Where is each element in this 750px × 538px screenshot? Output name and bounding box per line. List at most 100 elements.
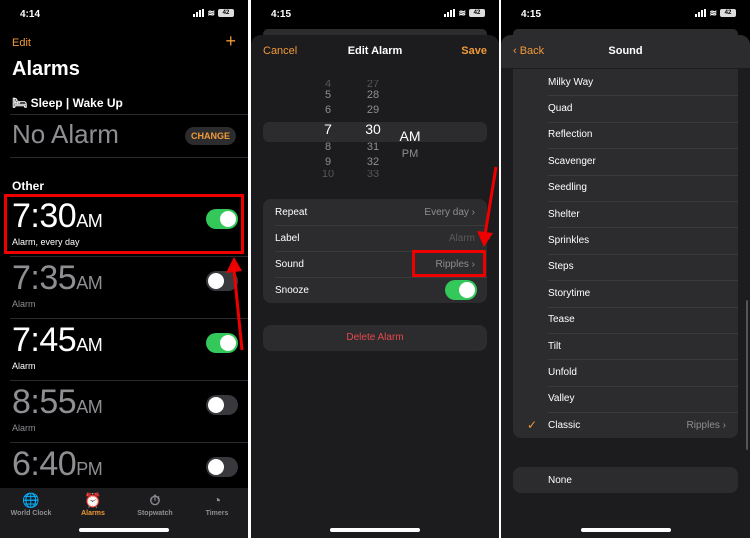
- tab-bar: 🌐 World Clock ⏰ Alarms ⏱ Stopwatch ◔ Timers: [0, 488, 248, 538]
- alarm-toggle[interactable]: [206, 457, 238, 477]
- alarm-label: Alarm: [12, 423, 36, 433]
- picker-option[interactable]: 33: [361, 170, 385, 178]
- sleep-header: 🛏 Sleep | Wake Up: [12, 96, 123, 110]
- no-alarm-text: No Alarm: [12, 119, 119, 149]
- row-label: Snooze: [275, 284, 309, 296]
- ampm-option[interactable]: AM: [395, 125, 425, 147]
- picker-option[interactable]: 7: [318, 118, 338, 140]
- time-picker[interactable]: 4 5 6 7 8 9 10 27 28 29 30 31 32 33 AM PM: [263, 80, 487, 190]
- alarm-time: 7:35AM: [12, 259, 103, 297]
- row-label: Sound: [275, 258, 304, 270]
- sound-option[interactable]: Steps: [513, 253, 738, 280]
- divider: [10, 157, 248, 158]
- sound-option[interactable]: Unfold: [513, 359, 738, 385]
- alarms-screen: 4:14 ≋ 42 Edit + Alarms 🛏 Sleep | Wake Up…: [0, 0, 248, 538]
- picker-option[interactable]: 9: [318, 155, 338, 170]
- alarm-row[interactable]: 7:35AM Alarm: [0, 257, 248, 319]
- tab-label: Alarms: [81, 510, 105, 517]
- minute-wheel[interactable]: 27 28 29 30 31 32 33: [361, 80, 385, 178]
- battery-icon: 42: [720, 9, 736, 17]
- picker-option[interactable]: 5: [318, 88, 338, 103]
- tab-world-clock[interactable]: 🌐 World Clock: [0, 488, 62, 538]
- globe-icon: 🌐: [22, 492, 40, 508]
- edit-button[interactable]: Edit: [12, 37, 31, 49]
- navigation-bar: ‹ Back Sound: [501, 35, 750, 68]
- picker-option[interactable]: 29: [361, 103, 385, 118]
- picker-option[interactable]: 27: [361, 80, 385, 88]
- sound-option[interactable]: Tilt: [513, 332, 738, 359]
- sound-name: Steps: [548, 261, 574, 273]
- sound-value: Ripples ›: [686, 419, 726, 431]
- sound-option[interactable]: Reflection: [513, 121, 738, 148]
- tab-timers[interactable]: ◔ Timers: [186, 488, 248, 538]
- sound-name: None: [548, 474, 572, 486]
- page-title: Alarms: [12, 58, 80, 80]
- annotation-box: [412, 250, 486, 277]
- alarm-toggle[interactable]: [206, 333, 238, 353]
- sheet-title: Sound: [608, 45, 643, 57]
- alarm-toggle[interactable]: [206, 395, 238, 415]
- tab-label: Stopwatch: [137, 510, 173, 517]
- sound-option[interactable]: Scavenger: [513, 148, 738, 174]
- divider: [10, 114, 248, 115]
- alarm-toggle[interactable]: [206, 271, 238, 291]
- snooze-toggle[interactable]: [445, 280, 477, 300]
- sound-option[interactable]: Milky Way: [513, 69, 738, 95]
- picker-option[interactable]: 10: [318, 170, 338, 178]
- sound-list: Milky Way Quad Reflection Scavenger Seedling…: [513, 69, 738, 439]
- alarm-time: 7:45AM: [12, 321, 103, 359]
- status-time: 4:15: [521, 9, 542, 20]
- battery-icon: 42: [469, 9, 485, 17]
- sound-name: Reflection: [548, 129, 593, 141]
- sound-option[interactable]: Tease: [513, 306, 738, 333]
- sound-name: Shelter: [548, 208, 580, 220]
- edit-alarm-screen: 4:15 ≋ 42 Cancel Edit Alarm Save 4 5 6 7 8 9 10…: [251, 0, 499, 538]
- picker-option[interactable]: 8: [318, 140, 338, 155]
- sound-option[interactable]: Shelter: [513, 200, 738, 227]
- sound-name: Sprinkles: [548, 235, 590, 247]
- repeat-row[interactable]: Repeat Every day ›: [263, 199, 487, 225]
- home-indicator: [330, 528, 420, 532]
- sound-option-classic[interactable]: ✓ Classic Ripples ›: [513, 412, 738, 438]
- sound-option-none[interactable]: None: [513, 467, 738, 493]
- battery-icon: 42: [218, 9, 234, 17]
- sound-name: Tilt: [548, 340, 561, 352]
- alarm-row[interactable]: 7:45AM Alarm: [0, 319, 248, 381]
- picker-option[interactable]: 31: [361, 140, 385, 155]
- label-row[interactable]: Label Alarm: [263, 225, 487, 251]
- alarm-time: 8:55AM: [12, 383, 103, 421]
- change-button[interactable]: CHANGE: [184, 127, 236, 145]
- add-alarm-button[interactable]: +: [225, 31, 236, 52]
- sound-name: Tease: [548, 314, 575, 326]
- scrollbar[interactable]: [746, 300, 748, 450]
- delete-alarm-button[interactable]: Delete Alarm: [263, 325, 487, 351]
- sound-name: Valley: [548, 393, 575, 405]
- row-label: Repeat: [275, 206, 308, 218]
- save-button[interactable]: Save: [461, 45, 487, 57]
- annotation-box: [4, 194, 244, 254]
- hour-wheel[interactable]: 4 5 6 7 8 9 10: [318, 80, 338, 178]
- signal-icon: [444, 9, 456, 17]
- picker-option[interactable]: 30: [361, 118, 385, 140]
- sound-screen: 4:15 ≋ 42 Milky Way Quad Reflection Scavenge…: [501, 0, 750, 538]
- picker-option[interactable]: 4: [318, 80, 338, 88]
- wifi-icon: ≋: [207, 8, 215, 18]
- picker-option[interactable]: 28: [361, 88, 385, 103]
- sound-option[interactable]: Quad: [513, 95, 738, 121]
- alarm-row[interactable]: 8:55AM Alarm: [0, 381, 248, 443]
- picker-option[interactable]: 6: [318, 103, 338, 118]
- alarm-time: 6:40PM: [12, 445, 103, 483]
- sound-option[interactable]: Sprinkles: [513, 227, 738, 253]
- sound-option[interactable]: Storytime: [513, 280, 738, 306]
- signal-icon: [695, 9, 707, 17]
- ampm-option[interactable]: PM: [395, 147, 425, 162]
- ampm-wheel[interactable]: AM PM: [395, 125, 425, 162]
- snooze-row: Snooze: [263, 277, 487, 303]
- wifi-icon: ≋: [709, 8, 717, 18]
- alarm-clock-icon: ⏰: [84, 492, 102, 508]
- sound-sheet: Milky Way Quad Reflection Scavenger Seedling…: [501, 35, 750, 538]
- sound-option[interactable]: Seedling: [513, 174, 738, 201]
- picker-option[interactable]: 32: [361, 155, 385, 170]
- sound-option[interactable]: Valley: [513, 385, 738, 412]
- status-time: 4:14: [20, 9, 41, 20]
